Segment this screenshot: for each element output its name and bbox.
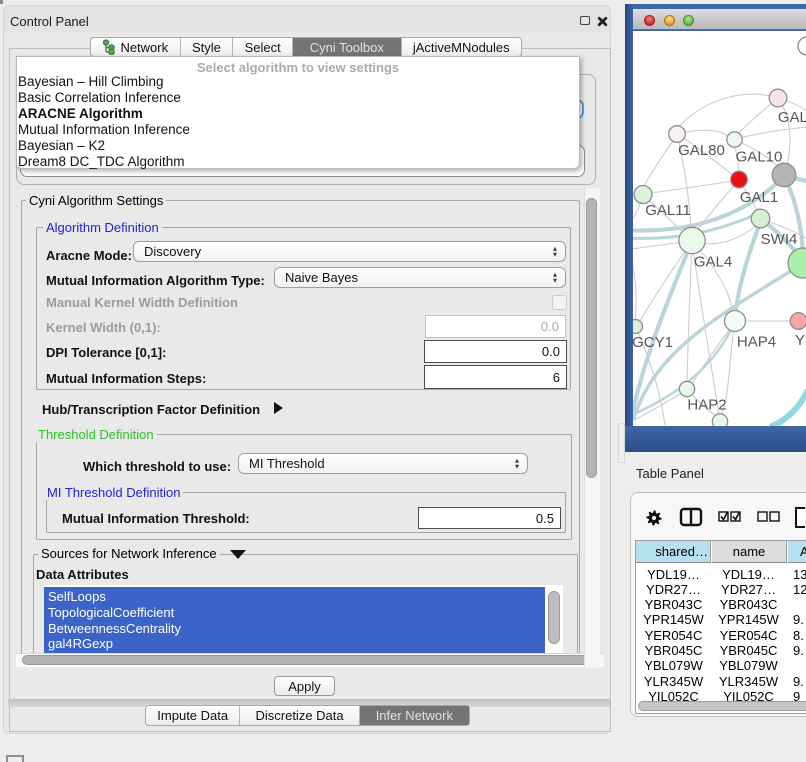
svg-text:YDR1: YDR1 — [795, 332, 806, 349]
svg-text:SWI4: SWI4 — [761, 231, 798, 248]
svg-text:GAL10: GAL10 — [736, 149, 783, 166]
svg-text:GAL80: GAL80 — [678, 142, 725, 159]
svg-text:GCY1: GCY1 — [633, 334, 673, 351]
svg-text:GAL4: GAL4 — [694, 254, 732, 271]
svg-text:GAL11: GAL11 — [645, 202, 691, 219]
svg-text:HAP4: HAP4 — [737, 334, 776, 351]
svg-text:HAP2: HAP2 — [687, 397, 726, 414]
svg-text:GAL2: GAL2 — [778, 109, 806, 126]
svg-text:GAL1: GAL1 — [740, 189, 778, 206]
